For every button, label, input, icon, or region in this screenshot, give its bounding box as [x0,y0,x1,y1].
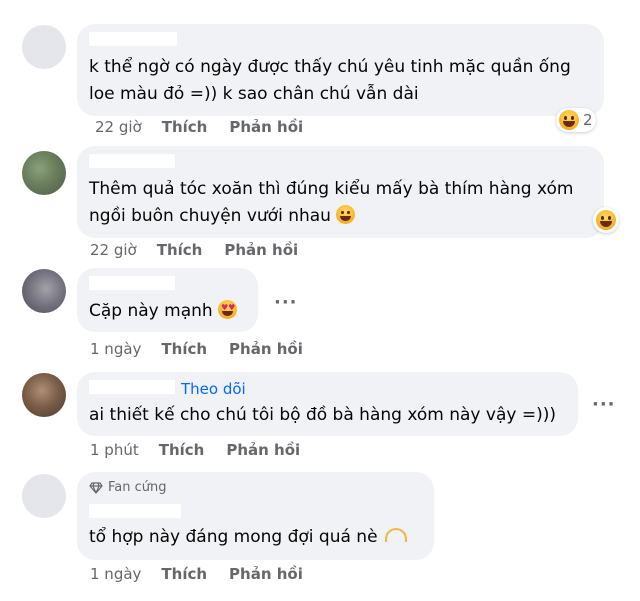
heart-eyes-icon: ♥ ♥ [218,300,238,319]
comment-time[interactable]: 1 ngày [90,340,141,358]
comment-actions: 1 ngày Thích Phản hồi [90,340,325,358]
avatar[interactable] [22,269,66,313]
comment-bubble: Theo dõi ai thiết kế cho chú tôi bộ đồ b… [77,372,578,436]
reply-button[interactable]: Phản hồi [224,241,298,259]
comment-actions: 22 giờ Thích Phản hồi [90,241,320,259]
reaction-summary[interactable]: 2 [556,108,596,132]
diamond-icon [89,481,103,494]
author-name-redacted[interactable] [89,504,181,518]
comment-actions: 22 giờ Thích Phản hồi [95,118,325,136]
comment-actions: 1 phút Thích Phản hồi [90,441,322,459]
comment-text: ai thiết kế cho chú tôi bộ đồ bà hàng xó… [89,405,556,425]
author-name-redacted[interactable] [89,276,175,290]
author-name-redacted[interactable] [89,380,175,394]
avatar[interactable] [22,151,66,195]
follow-link[interactable]: Theo dõi [181,380,246,398]
fan-badge: Fan cứng [89,480,167,495]
avatar[interactable] [22,474,66,518]
comment-time[interactable]: 1 phút [90,441,139,459]
comment-bubble: Thêm quả tóc xoăn thì đúng kiểu mấy bà t… [77,146,604,238]
reply-button[interactable]: Phản hồi [226,441,300,459]
comment-text: Thêm quả tóc xoăn thì đúng kiểu mấy bà t… [89,179,574,226]
comment-thread: k thể ngờ có ngày được thấy chú yêu tinh… [0,0,640,601]
like-button[interactable]: Thích [161,565,207,583]
comment-time[interactable]: 22 giờ [90,241,137,259]
grinning-sweat-icon [336,205,356,224]
more-options-icon[interactable]: ··· [274,294,298,312]
laughing-face-icon [596,210,616,230]
avatar[interactable] [22,373,66,417]
fan-badge-label: Fan cứng [108,480,167,495]
like-button[interactable]: Thích [162,118,208,136]
reply-button[interactable]: Phản hồi [229,340,303,358]
comment-bubble: Cặp này mạnh ♥ ♥ [77,268,258,332]
comment-bubble: Fan cứng tổ hợp này đáng mong đợi quá nè [77,472,434,560]
reply-button[interactable]: Phản hồi [229,118,303,136]
laughing-face-icon [559,110,579,130]
comment-time[interactable]: 1 ngày [90,565,141,583]
reaction-summary[interactable] [593,207,619,233]
reply-button[interactable]: Phản hồi [229,565,303,583]
heart-hands-icon [384,528,407,542]
reaction-count: 2 [583,111,593,129]
like-button[interactable]: Thích [157,241,203,259]
comment-text: tổ hợp này đáng mong đợi quá nè [89,524,407,551]
comment-time[interactable]: 22 giờ [95,118,142,136]
author-name-redacted[interactable] [89,154,175,168]
avatar[interactable] [22,25,66,69]
comment-bubble: k thể ngờ có ngày được thấy chú yêu tinh… [77,24,604,116]
like-button[interactable]: Thích [159,441,205,459]
author-name-redacted[interactable] [89,32,177,46]
like-button[interactable]: Thích [161,340,207,358]
comment-text: Cặp này mạnh ♥ ♥ [89,300,238,321]
comment-actions: 1 ngày Thích Phản hồi [90,565,325,583]
more-options-icon[interactable]: ··· [592,396,616,414]
comment-text: k thể ngờ có ngày được thấy chú yêu tinh… [89,57,571,104]
